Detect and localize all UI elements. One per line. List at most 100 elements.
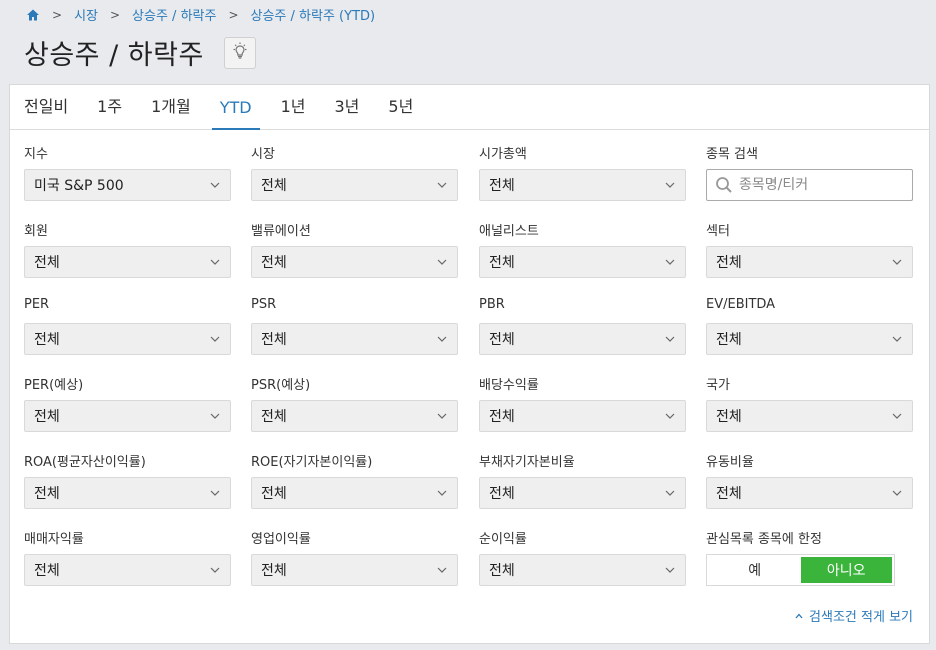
ev-ebitda-select[interactable]: 전체: [706, 323, 913, 355]
filter-label: 종목 검색: [706, 147, 758, 162]
chevron-down-icon: [210, 567, 220, 573]
chevron-down-icon: [892, 259, 902, 265]
dividend-yield-select[interactable]: 전체: [479, 400, 686, 432]
index-select[interactable]: 미국 S&P 500: [24, 169, 231, 201]
filter-country: 국가 전체: [706, 374, 913, 432]
filter-label: 시가총액: [479, 147, 527, 162]
filter-operating-margin: 영업이익률 전체: [251, 528, 458, 586]
tab-5-year[interactable]: 5년: [380, 93, 421, 130]
tab-1-year[interactable]: 1년: [273, 93, 314, 130]
chevron-down-icon: [437, 567, 447, 573]
chevron-down-icon: [665, 413, 675, 419]
select-value: 전체: [716, 332, 742, 348]
filter-roe: ROE(자기자본이익률) 전체: [251, 451, 458, 509]
roe-select[interactable]: 전체: [251, 477, 458, 509]
select-value: 전체: [489, 563, 515, 579]
roa-select[interactable]: 전체: [24, 477, 231, 509]
tips-button[interactable]: [223, 36, 256, 69]
chevron-down-icon: [665, 182, 675, 188]
psr-forecast-select[interactable]: 전체: [251, 400, 458, 432]
operating-margin-select[interactable]: 전체: [251, 554, 458, 586]
filter-label: PSR(예상): [251, 378, 311, 393]
tab-3-year[interactable]: 3년: [326, 93, 367, 130]
select-value: 전체: [489, 409, 515, 425]
tab-daily[interactable]: 전일비: [16, 93, 76, 130]
breadcrumb: > 시장 > 상승주 / 하락주 > 상승주 / 하락주 (YTD): [26, 5, 375, 24]
filter-index: 지수 미국 S&P 500: [24, 143, 231, 201]
filter-label: PSR: [251, 297, 277, 312]
breadcrumb-separator: >: [52, 7, 63, 22]
chevron-down-icon: [892, 336, 902, 342]
gross-margin-select[interactable]: 전체: [24, 554, 231, 586]
filter-psr-forecast: PSR(예상) 전체: [251, 374, 458, 432]
filter-label: 관심목록 종목에 한정: [706, 532, 822, 547]
select-value: 전체: [489, 332, 515, 348]
select-value: 전체: [34, 486, 60, 502]
psr-select[interactable]: 전체: [251, 323, 458, 355]
filter-label: 순이익률: [479, 532, 527, 547]
filter-stock-search: 종목 검색: [706, 143, 913, 201]
member-select[interactable]: 전체: [24, 246, 231, 278]
filter-ev-ebitda: EV/EBITDA 전체: [706, 297, 913, 355]
toggle-yes-option[interactable]: 예: [709, 557, 801, 583]
chevron-down-icon: [437, 413, 447, 419]
valuation-select[interactable]: 전체: [251, 246, 458, 278]
filter-psr: PSR 전체: [251, 297, 458, 355]
filter-pbr: PBR 전체: [479, 297, 686, 355]
breadcrumb-separator: >: [228, 7, 239, 22]
filter-label: 부채자기자본비율: [479, 455, 575, 470]
current-ratio-select[interactable]: 전체: [706, 477, 913, 509]
select-value: 전체: [34, 409, 60, 425]
sector-select[interactable]: 전체: [706, 246, 913, 278]
breadcrumb-item-gainers-losers[interactable]: 상승주 / 하락주: [132, 5, 216, 24]
toggle-no-option[interactable]: 아니오: [800, 557, 892, 583]
select-value: 전체: [261, 178, 287, 194]
net-margin-select[interactable]: 전체: [479, 554, 686, 586]
watchlist-toggle[interactable]: 예 아니오: [706, 554, 895, 586]
select-value: 전체: [261, 255, 287, 271]
select-value: 전체: [489, 178, 515, 194]
pbr-select[interactable]: 전체: [479, 323, 686, 355]
select-value: 전체: [34, 255, 60, 271]
chevron-down-icon: [665, 490, 675, 496]
chevron-down-icon: [892, 490, 902, 496]
per-select[interactable]: 전체: [24, 323, 231, 355]
filter-gross-margin: 매매자익률 전체: [24, 528, 231, 586]
filter-label: 배당수익률: [479, 378, 539, 393]
per-forecast-select[interactable]: 전체: [24, 400, 231, 432]
country-select[interactable]: 전체: [706, 400, 913, 432]
select-value: 전체: [34, 332, 60, 348]
chevron-down-icon: [437, 336, 447, 342]
show-fewer-filters-label: 검색조건 적게 보기: [809, 610, 913, 625]
analyst-select[interactable]: 전체: [479, 246, 686, 278]
show-fewer-filters-link[interactable]: 검색조건 적게 보기: [795, 606, 913, 625]
filter-label: ROA(평균자산이익률): [24, 455, 146, 470]
select-value: 전체: [489, 486, 515, 502]
filter-label: 섹터: [706, 224, 730, 239]
screener-panel: 전일비 1주 1개월 YTD 1년 3년 5년 지수 미국 S&P 500 시장…: [9, 84, 930, 644]
market-select[interactable]: 전체: [251, 169, 458, 201]
filter-label: PER: [24, 297, 50, 312]
filter-label: 유동비율: [706, 455, 754, 470]
page-title: 상승주 / 하락주: [24, 40, 204, 71]
filter-label: 국가: [706, 378, 730, 393]
chevron-down-icon: [210, 182, 220, 188]
stock-search-input[interactable]: [739, 177, 899, 193]
chevron-down-icon: [665, 336, 675, 342]
breadcrumb-item-current[interactable]: 상승주 / 하락주 (YTD): [251, 5, 376, 24]
chevron-down-icon: [665, 567, 675, 573]
tab-1-month[interactable]: 1개월: [143, 93, 199, 130]
home-icon[interactable]: [26, 8, 40, 22]
stock-search-box[interactable]: [706, 169, 913, 201]
select-value: 전체: [261, 486, 287, 502]
tab-1-week[interactable]: 1주: [89, 93, 130, 130]
filter-watchlist-only: 관심목록 종목에 한정 예 아니오: [706, 528, 913, 586]
filter-debt-ratio: 부채자기자본비율 전체: [479, 451, 686, 509]
tab-ytd[interactable]: YTD: [211, 98, 260, 130]
debt-ratio-select[interactable]: 전체: [479, 477, 686, 509]
filter-roa: ROA(평균자산이익률) 전체: [24, 451, 231, 509]
breadcrumb-item-market[interactable]: 시장: [74, 5, 98, 24]
market-cap-select[interactable]: 전체: [479, 169, 686, 201]
filter-net-margin: 순이익률 전체: [479, 528, 686, 586]
chevron-down-icon: [210, 336, 220, 342]
